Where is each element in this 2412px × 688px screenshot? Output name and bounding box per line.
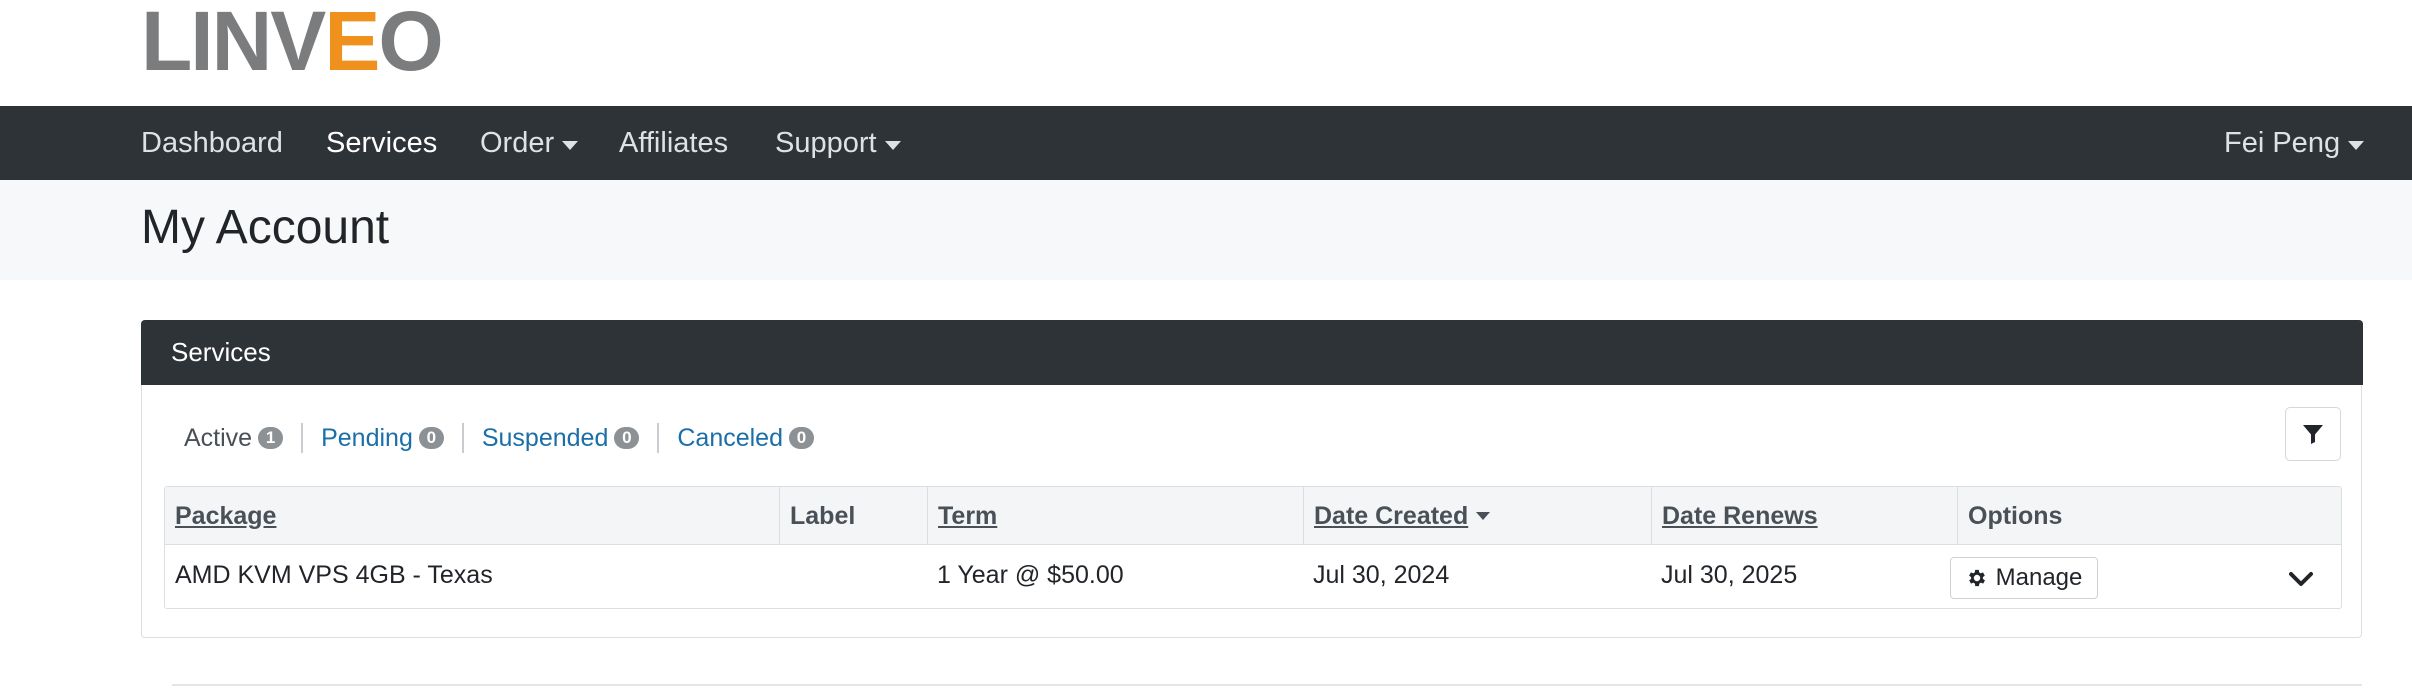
section-divider: [172, 684, 2362, 686]
filter-label: Suspended: [481, 423, 609, 452]
cell-term: 1 Year @ $50.00: [937, 560, 1124, 589]
filter-suspended[interactable]: Suspended 0: [482, 424, 640, 453]
services-table: Package Label Term Date Created Date Ren…: [164, 486, 2342, 609]
nav-item-affiliates[interactable]: Affiliates: [619, 106, 728, 180]
gear-icon: [1968, 569, 1985, 587]
caret-down-icon: [884, 140, 901, 150]
table-body: AMD KVM VPS 4GB - Texas 1 Year @ $50.00 …: [165, 545, 2341, 608]
col-term[interactable]: Term: [927, 487, 1303, 545]
caret-down-icon: [2348, 140, 2365, 150]
nav-user-menu[interactable]: Fei Peng: [2224, 106, 2365, 180]
filter-label: Canceled: [677, 423, 783, 452]
logo-text: LINVEO: [141, 0, 444, 88]
nav-label: Affiliates: [619, 126, 729, 159]
col-date-created[interactable]: Date Created: [1303, 487, 1651, 545]
cell-date-renews: Jul 30, 2025: [1661, 560, 1798, 589]
count-badge: 0: [418, 427, 444, 449]
filter-label: Active: [184, 423, 253, 452]
cell-date-created: Jul 30, 2024: [1313, 560, 1450, 589]
manage-button[interactable]: Manage: [1950, 557, 2098, 599]
filter-pending[interactable]: Pending 0: [321, 424, 444, 453]
logo[interactable]: LINVEO: [141, 0, 444, 83]
divider: [301, 423, 304, 453]
divider: [461, 423, 464, 453]
filter-toggle-button[interactable]: [2285, 407, 2341, 461]
col-options: Options: [1957, 487, 2341, 545]
nav-label: Services: [326, 126, 438, 159]
user-name: Fei Peng: [2224, 126, 2341, 159]
chevron-down-icon: [2289, 572, 2313, 586]
top-navbar: Dashboard Services Order Affiliates Supp…: [0, 106, 2412, 180]
nav-item-dashboard[interactable]: Dashboard: [141, 106, 283, 180]
table-header: Package Label Term Date Created Date Ren…: [165, 487, 2341, 545]
sort-desc-icon: [1476, 512, 1491, 520]
funnel-icon: [2303, 425, 2323, 444]
col-package[interactable]: Package: [165, 487, 779, 545]
count-badge: 0: [614, 427, 640, 449]
caret-down-icon: [562, 140, 579, 150]
page: LINVEO Dashboard Services Order Affiliat…: [0, 0, 2412, 688]
divider: [657, 423, 660, 453]
nav-item-order[interactable]: Order: [480, 106, 579, 180]
services-card: Services Active 1 Pending 0 Suspended 0 …: [141, 320, 2363, 638]
status-filters: Active 1 Pending 0 Suspended 0 Canceled …: [184, 418, 814, 458]
cell-package[interactable]: AMD KVM VPS 4GB - Texas: [165, 545, 493, 605]
filter-label: Pending: [321, 423, 413, 452]
col-date-renews[interactable]: Date Renews: [1651, 487, 1957, 545]
count-badge: 0: [789, 427, 814, 449]
expand-row-button[interactable]: [2283, 561, 2319, 597]
nav-label: Dashboard: [141, 126, 283, 159]
page-title: My Account: [141, 201, 390, 254]
card-header: Services: [141, 320, 2363, 385]
nav-item-services[interactable]: Services: [326, 106, 437, 180]
nav-item-support[interactable]: Support: [775, 106, 901, 180]
card-title: Services: [171, 337, 271, 367]
nav-label: Order: [480, 126, 555, 159]
count-badge: 1: [258, 427, 284, 449]
filter-canceled[interactable]: Canceled 0: [677, 424, 814, 453]
cell-label: [779, 545, 789, 605]
col-label: Label: [779, 487, 927, 545]
filter-active[interactable]: Active 1: [184, 423, 284, 453]
manage-label: Manage: [1995, 564, 2083, 591]
nav-label: Support: [775, 126, 877, 159]
